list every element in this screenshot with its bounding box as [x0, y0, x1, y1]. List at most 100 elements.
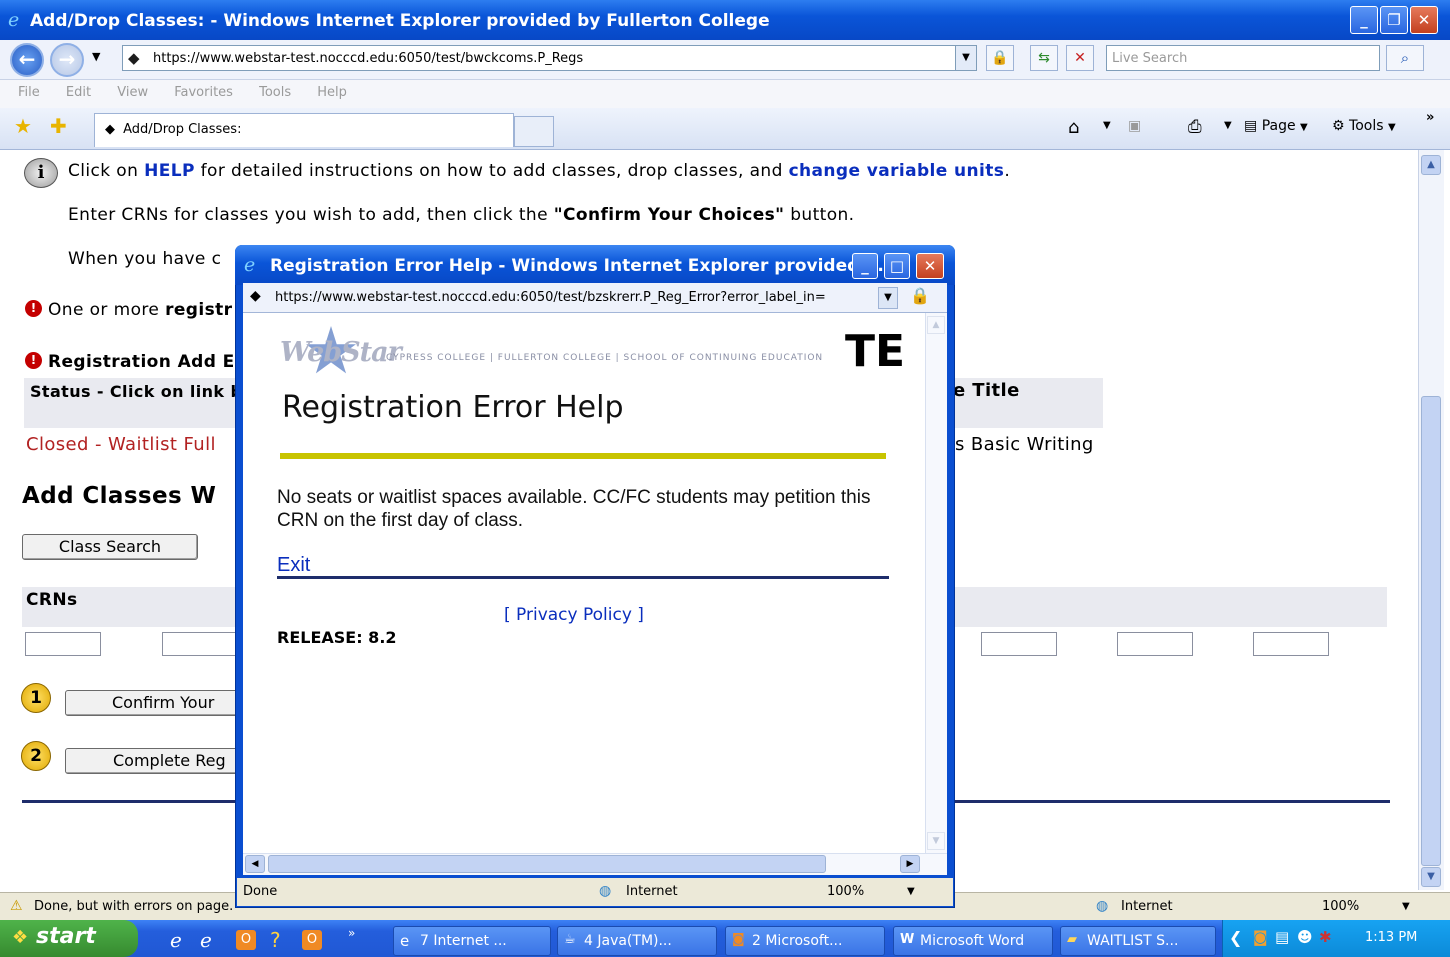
popup-zone-text: Internet — [626, 884, 678, 899]
college-list: CYPRESS COLLEGE | FULLERTON COLLEGE | SC… — [386, 353, 824, 363]
task-waitlist-folder[interactable]: WAITLIST S... ▰ — [1060, 926, 1216, 956]
globe-icon: ◍ — [1096, 898, 1109, 914]
address-dropdown-icon[interactable]: ▼ — [955, 45, 977, 71]
windows-logo-icon: ❖ — [12, 927, 29, 948]
popup-scroll-up-icon[interactable]: ▲ — [927, 316, 945, 334]
search-icon[interactable]: ⌕ — [1386, 45, 1424, 71]
popup-scroll-left-icon[interactable]: ◀ — [245, 855, 265, 873]
quicklaunch-help-icon[interactable]: ? — [270, 928, 281, 952]
heading-underline — [280, 453, 886, 459]
search-input[interactable]: Live Search — [1106, 45, 1380, 71]
tools-menu[interactable]: ⚙ Tools ▼ — [1332, 118, 1396, 134]
scroll-up-icon[interactable]: ▲ — [1421, 155, 1441, 175]
start-button[interactable]: ❖ start — [0, 920, 138, 957]
quicklaunch-outlook-icon[interactable]: O — [236, 930, 256, 950]
new-tab-button[interactable] — [514, 116, 554, 147]
clock[interactable]: 1:13 PM — [1365, 930, 1417, 945]
tab-add-drop-classes[interactable]: ◆ Add/Drop Classes: — [94, 113, 514, 147]
popup-title-bar[interactable]: Registration Error Help - Windows Intern… — [235, 245, 955, 285]
zoom-dropdown-icon[interactable]: ▼ — [1402, 901, 1410, 912]
quicklaunch-chevron-icon[interactable]: » — [348, 926, 355, 940]
tray-expand-icon[interactable]: ❮ — [1229, 928, 1242, 947]
lock-icon[interactable]: 🔒 — [986, 45, 1014, 71]
popup-zoom-dropdown-icon[interactable]: ▼ — [907, 886, 915, 897]
status-text: Done, but with errors on page. — [34, 899, 234, 914]
menu-help[interactable]: Help — [317, 85, 347, 100]
ie-task-icon: e — [400, 932, 410, 950]
outlook-task-icon: ◙ — [732, 932, 745, 947]
add-favorite-icon[interactable]: ✚ — [50, 114, 67, 138]
menu-view[interactable]: View — [117, 85, 148, 100]
change-variable-units-link[interactable]: change variable units — [789, 161, 1005, 181]
popup-globe-icon: ◍ — [599, 883, 612, 899]
warning-icon[interactable]: ⚠ — [10, 898, 23, 914]
main-title-bar[interactable]: Add/Drop Classes: - Windows Internet Exp… — [0, 0, 1450, 40]
crn-input-2[interactable] — [162, 632, 238, 656]
menu-favorites[interactable]: Favorites — [174, 85, 233, 100]
forward-button[interactable]: → — [50, 43, 84, 77]
popup-divider — [277, 576, 889, 579]
feeds-icon[interactable]: ▣ — [1128, 118, 1141, 134]
quicklaunch-outlook2-icon[interactable]: O — [302, 930, 322, 950]
menu-file[interactable]: File — [18, 85, 40, 100]
restore-button[interactable]: ❐ — [1380, 6, 1408, 34]
home-icon[interactable]: ⌂ — [1068, 117, 1079, 138]
task-microsoft-word[interactable]: Microsoft Word W — [893, 926, 1053, 956]
help-link[interactable]: HELP — [144, 161, 195, 181]
popup-title: Registration Error Help - Windows Intern… — [270, 256, 897, 276]
popup-vertical-scrollbar[interactable] — [925, 313, 947, 853]
favorites-star-icon[interactable]: ★ — [14, 114, 32, 138]
history-dropdown-icon[interactable]: ▼ — [92, 50, 100, 63]
menu-bar: File Edit View Favorites Tools Help — [0, 80, 1450, 108]
minimize-button[interactable]: _ — [1350, 6, 1378, 34]
popup-status-bar: Done ◍ Internet 100% ▼ — [237, 878, 953, 906]
class-search-button[interactable]: Class Search — [22, 534, 198, 560]
chevron-more-icon[interactable]: » — [1426, 110, 1434, 125]
popup-close-button[interactable]: ✕ — [916, 253, 944, 279]
menu-edit[interactable]: Edit — [66, 85, 91, 100]
crn-input-10[interactable] — [1253, 632, 1329, 656]
popup-lock-icon[interactable]: 🔒 — [910, 286, 930, 305]
close-button[interactable]: ✕ — [1410, 6, 1438, 34]
crn-input-9[interactable] — [1117, 632, 1193, 656]
popup-zoom-level[interactable]: 100% — [827, 884, 864, 899]
tray-app-icon[interactable]: ▤ — [1275, 928, 1289, 946]
tray-outlook-icon[interactable]: ◙ — [1253, 928, 1268, 946]
popup-hscroll-thumb[interactable] — [268, 855, 826, 873]
stop-icon[interactable]: ✕ — [1066, 45, 1094, 71]
popup-scroll-right-icon[interactable]: ▶ — [900, 855, 920, 873]
exit-link[interactable]: Exit — [277, 554, 310, 577]
quicklaunch-ie2-icon[interactable]: e — [200, 928, 212, 952]
print-dropdown-icon[interactable]: ▼ — [1224, 120, 1232, 131]
registration-add-errors-heading: Registration Add E — [48, 352, 235, 372]
quicklaunch-ie-icon[interactable]: e — [170, 928, 182, 952]
popup-address-bar[interactable]: https://www.webstar-test.nocccd.edu:6050… — [243, 283, 947, 313]
zoom-level[interactable]: 100% — [1322, 899, 1359, 914]
task-java[interactable]: 4 Java(TM)... ☕ — [557, 926, 717, 956]
tray-security-icon[interactable]: ✱ — [1319, 928, 1332, 946]
print-icon[interactable]: ⎙ — [1188, 117, 1202, 137]
home-dropdown-icon[interactable]: ▼ — [1103, 120, 1111, 131]
status-header-text: Status - Click on link b — [30, 382, 243, 401]
menu-tools[interactable]: Tools — [259, 85, 291, 100]
tray-messenger-icon[interactable]: ☻ — [1297, 928, 1313, 946]
popup-page-icon: ◆ — [250, 288, 261, 304]
zone-text: Internet — [1121, 899, 1173, 914]
task-microsoft[interactable]: 2 Microsoft... ◙ — [725, 926, 885, 956]
popup-minimize-button[interactable]: _ — [852, 253, 878, 279]
task-internet-explorer[interactable]: 7 Internet ... e — [393, 926, 551, 956]
instructions-crn: Enter CRNs for classes you wish to add, … — [68, 205, 855, 225]
address-field[interactable]: https://www.webstar-test.nocccd.edu:6050… — [122, 45, 960, 71]
refresh-icon[interactable]: ⇆ — [1030, 45, 1058, 71]
page-menu-icon: ▤ — [1244, 118, 1258, 134]
popup-maximize-button[interactable]: □ — [884, 253, 910, 279]
crn-input-1[interactable] — [25, 632, 101, 656]
back-button[interactable]: ← — [10, 43, 44, 77]
scroll-down-icon[interactable]: ▼ — [1421, 867, 1441, 887]
privacy-policy-link[interactable]: [ Privacy Policy ] — [504, 605, 644, 625]
crn-input-8[interactable] — [981, 632, 1057, 656]
scroll-thumb[interactable] — [1421, 396, 1441, 866]
popup-scroll-down-icon[interactable]: ▼ — [927, 832, 945, 850]
page-menu[interactable]: ▤ Page ▼ — [1244, 118, 1308, 134]
popup-address-dropdown-icon[interactable]: ▼ — [878, 287, 898, 309]
